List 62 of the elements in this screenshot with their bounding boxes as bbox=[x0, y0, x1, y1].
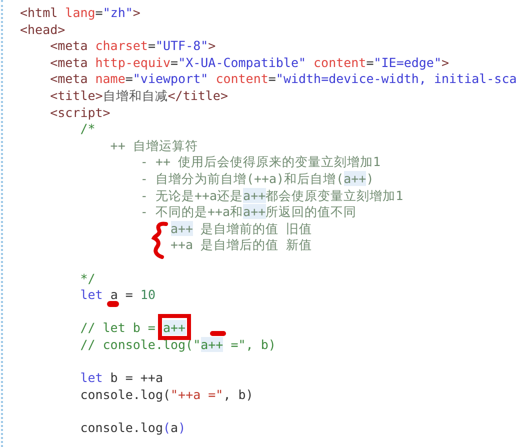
code-token: lang bbox=[64, 5, 96, 20]
code-token: = bbox=[170, 54, 178, 70]
code-token: "X-UA-Compatible" bbox=[178, 54, 306, 70]
code-token: <html bbox=[20, 5, 58, 20]
code-token: content bbox=[312, 54, 366, 70]
code-token: = bbox=[124, 287, 134, 302]
code-token: // let b = bbox=[80, 320, 156, 336]
code-token: , b) bbox=[223, 386, 254, 402]
code-token: http-equiv bbox=[94, 54, 171, 70]
code-token: <script> bbox=[50, 104, 110, 120]
code-token: - 不同的是++a和 bbox=[140, 204, 244, 220]
code-token: "++a =" bbox=[170, 386, 224, 402]
code-token: <head> bbox=[20, 22, 66, 37]
code-token: console.log( bbox=[80, 386, 171, 402]
code-token: "viewport" bbox=[132, 71, 208, 86]
code-token: ( bbox=[163, 420, 171, 435]
code-token: <meta bbox=[50, 71, 88, 86]
code-token: 是自增前的值 旧值 bbox=[200, 220, 312, 236]
code-token: "zh" bbox=[102, 5, 133, 20]
code-token: b = ++a bbox=[109, 370, 163, 386]
code-token: 自增和自减 bbox=[102, 88, 168, 103]
code-token: name bbox=[94, 71, 126, 86]
code-token: > bbox=[132, 5, 140, 20]
code-token: - ++ 使用后会使得原来的变量立刻增加1 bbox=[140, 154, 381, 170]
code-token: </title> bbox=[168, 88, 228, 103]
code-token: - 自增分为前自增(++a)和后自增( bbox=[140, 170, 344, 186]
code-token: a++ bbox=[200, 336, 224, 352]
code-token: a++ bbox=[243, 204, 266, 220]
code-token: "UTF-8" bbox=[155, 38, 208, 54]
code-token: = bbox=[148, 38, 156, 54]
code-token: let bbox=[80, 370, 103, 386]
code-token: 所返回的值不同 bbox=[266, 204, 357, 220]
code-token: ++ 自增运算符 bbox=[110, 138, 198, 153]
code-token: <title> bbox=[50, 88, 103, 103]
code-token: a bbox=[110, 287, 118, 302]
code-token: ) bbox=[178, 420, 186, 435]
code-token: - 无论是++a还是 bbox=[140, 188, 244, 203]
code-token: a++ bbox=[344, 170, 366, 186]
code-token: "IE=edge" bbox=[374, 54, 442, 70]
code-token: 10 bbox=[140, 287, 156, 302]
code-token: = bbox=[268, 71, 276, 86]
code-token: a bbox=[170, 420, 178, 435]
code-token: let bbox=[80, 287, 104, 302]
code-token: = bbox=[95, 5, 103, 20]
code-token: = bbox=[125, 71, 133, 86]
code-token: // console.log(" bbox=[80, 336, 201, 352]
code-token: 都会使原变量立刻增加1 bbox=[266, 188, 404, 203]
code-token: <meta bbox=[50, 54, 88, 70]
code-token: a++ bbox=[243, 188, 266, 203]
code-token: <meta bbox=[50, 38, 88, 54]
code-token: > bbox=[208, 38, 216, 54]
code-token: ++a 是自增后的值 新值 bbox=[170, 237, 312, 252]
code-token: /* bbox=[80, 121, 96, 136]
code-token: console.log bbox=[80, 420, 163, 435]
code-token: > bbox=[441, 54, 450, 70]
code-token: "width=device-width, initial-sca bbox=[276, 71, 517, 86]
code-token: content bbox=[214, 71, 268, 86]
code-token: =", b) bbox=[230, 336, 276, 352]
code-token: */ bbox=[80, 270, 96, 286]
code-token: = bbox=[366, 54, 374, 70]
code-token: ) bbox=[366, 170, 374, 186]
code-token: charset bbox=[94, 38, 148, 54]
